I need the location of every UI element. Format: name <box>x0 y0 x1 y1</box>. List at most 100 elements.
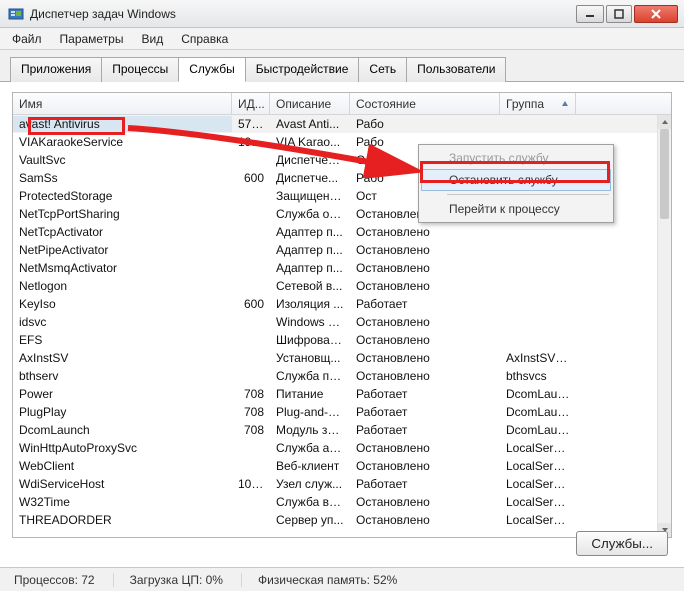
cell-id <box>232 465 270 467</box>
table-row[interactable]: avast! Antivirus5776Avast Anti...Рабо <box>13 115 657 133</box>
header-name[interactable]: Имя <box>13 93 232 114</box>
cell-group <box>500 123 576 125</box>
close-button[interactable] <box>634 5 678 23</box>
cell-state: Остановлено <box>350 458 500 474</box>
table-row[interactable]: idsvcWindows C...Остановлено <box>13 313 657 331</box>
menu-options[interactable]: Параметры <box>52 30 132 48</box>
table-row[interactable]: WinHttpAutoProxySvcСлужба ав...Остановле… <box>13 439 657 457</box>
cell-description: Служба по... <box>270 368 350 384</box>
list-header: Имя ИД... Описание Состояние Группа <box>13 93 671 115</box>
cell-name: EFS <box>13 332 232 348</box>
tab-performance[interactable]: Быстродействие <box>245 57 360 82</box>
cell-group: LocalService <box>500 440 576 456</box>
cell-id: 600 <box>232 296 270 312</box>
cell-description: VIA Karao... <box>270 134 350 150</box>
header-group[interactable]: Группа <box>500 93 576 114</box>
sort-asc-icon <box>561 100 569 108</box>
cell-name: WebClient <box>13 458 232 474</box>
ctx-stop-service[interactable]: Остановить службу <box>421 169 611 191</box>
cell-name: NetTcpPortSharing <box>13 206 232 222</box>
menu-view[interactable]: Вид <box>133 30 171 48</box>
cell-state: Остановлено <box>350 260 500 276</box>
cell-id <box>232 357 270 359</box>
cell-group <box>500 141 576 143</box>
table-row[interactable]: NetMsmqActivator Адаптер п...Остановлено <box>13 259 657 277</box>
cell-id <box>232 501 270 503</box>
tab-applications[interactable]: Приложения <box>10 57 102 82</box>
table-row[interactable]: WebClientВеб-клиентОстановленоLocalServi… <box>13 457 657 475</box>
scroll-up-icon[interactable] <box>658 115 671 129</box>
cell-name: WdiServiceHost <box>13 476 232 492</box>
vertical-scrollbar[interactable] <box>657 115 671 537</box>
cell-state: Остановлено <box>350 350 500 366</box>
header-state[interactable]: Состояние <box>350 93 500 114</box>
cell-id <box>232 339 270 341</box>
ctx-goto-process[interactable]: Перейти к процессу <box>421 198 611 220</box>
header-group-label: Группа <box>506 97 544 111</box>
cell-name: W32Time <box>13 494 232 510</box>
menu-help[interactable]: Справка <box>173 30 236 48</box>
cell-description: Защищенн... <box>270 188 350 204</box>
table-row[interactable]: AxInstSVУстановщ...ОстановленоAxInstSVG.… <box>13 349 657 367</box>
table-row[interactable]: bthservСлужба по...Остановленоbthsvcs <box>13 367 657 385</box>
cell-group <box>500 339 576 341</box>
cell-name: SamSs <box>13 170 232 186</box>
cell-name: WinHttpAutoProxySvc <box>13 440 232 456</box>
table-row[interactable]: WdiServiceHost1020Узел служ...РаботаетLo… <box>13 475 657 493</box>
cell-description: Адаптер п... <box>270 260 350 276</box>
table-row[interactable]: NetlogonСетевой в...Остановлено <box>13 277 657 295</box>
table-row[interactable]: W32TimeСлужба вр...ОстановленоLocalServi… <box>13 493 657 511</box>
tab-processes[interactable]: Процессы <box>101 57 179 82</box>
menu-file[interactable]: Файл <box>4 30 50 48</box>
cell-id <box>232 447 270 449</box>
header-id[interactable]: ИД... <box>232 93 270 114</box>
cell-state: Работает <box>350 296 500 312</box>
cell-description: Служба об... <box>270 206 350 222</box>
cell-name: NetTcpActivator <box>13 224 232 240</box>
cell-description: Адаптер п... <box>270 224 350 240</box>
cell-group: LocalService <box>500 494 576 510</box>
table-row[interactable]: NetPipeActivatorАдаптер п...Остановлено <box>13 241 657 259</box>
maximize-button[interactable] <box>606 5 632 23</box>
table-row[interactable]: Power708ПитаниеРаботаетDcomLaunch <box>13 385 657 403</box>
cell-description: Avast Anti... <box>270 116 350 132</box>
cell-id <box>232 375 270 377</box>
cell-id <box>232 249 270 251</box>
status-bar: Процессов: 72 Загрузка ЦП: 0% Физическая… <box>0 567 684 591</box>
cell-id <box>232 213 270 215</box>
cell-group: LocalService <box>500 476 576 492</box>
table-row[interactable]: NetTcpActivatorАдаптер п...Остановлено <box>13 223 657 241</box>
cell-description: Служба ав... <box>270 440 350 456</box>
cell-name: VaultSvc <box>13 152 232 168</box>
cell-id <box>232 285 270 287</box>
cell-state: Работает <box>350 422 500 438</box>
minimize-button[interactable] <box>576 5 604 23</box>
tab-users[interactable]: Пользователи <box>406 57 506 82</box>
cell-group: AxInstSVG... <box>500 350 576 366</box>
header-description[interactable]: Описание <box>270 93 350 114</box>
cell-group <box>500 285 576 287</box>
cell-name: NetPipeActivator <box>13 242 232 258</box>
table-row[interactable]: EFSШифрован...Остановлено <box>13 331 657 349</box>
cell-name: Netlogon <box>13 278 232 294</box>
cell-description: Установщ... <box>270 350 350 366</box>
cell-state: Остановлено <box>350 332 500 348</box>
tab-services[interactable]: Службы <box>178 57 245 82</box>
tab-network[interactable]: Сеть <box>358 57 407 82</box>
window-buttons <box>576 5 678 23</box>
cell-description: Диспетчер... <box>270 152 350 168</box>
cell-group <box>500 267 576 269</box>
scroll-thumb[interactable] <box>660 129 669 219</box>
services-button[interactable]: Службы... <box>576 531 668 556</box>
cell-group: LocalService <box>500 458 576 474</box>
cell-name: ProtectedStorage <box>13 188 232 204</box>
cell-group <box>500 303 576 305</box>
cell-id <box>232 195 270 197</box>
table-row[interactable]: DcomLaunch708Модуль за...РаботаетDcomLau… <box>13 421 657 439</box>
cell-name: NetMsmqActivator <box>13 260 232 276</box>
table-row[interactable]: KeyIso600Изоляция ...Работает <box>13 295 657 313</box>
menu-bar: Файл Параметры Вид Справка <box>0 28 684 50</box>
table-row[interactable]: PlugPlay708Plug-and-PlayРаботаетDcomLaun… <box>13 403 657 421</box>
context-menu: Запустить службу Остановить службу Перей… <box>418 144 614 223</box>
cell-state: Рабо <box>350 116 500 132</box>
